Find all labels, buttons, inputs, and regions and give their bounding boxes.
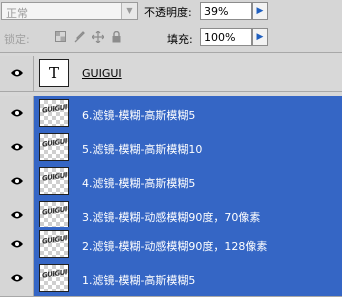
layer-row[interactable]: T GUIGUI (0, 56, 342, 92)
brush-icon[interactable] (73, 31, 85, 43)
text-layer-thumbnail: T (39, 59, 69, 87)
visibility-toggle[interactable] (0, 164, 34, 199)
layer-name: GUIGUI (82, 67, 122, 80)
fill-input[interactable]: 100% (200, 28, 252, 46)
layer-thumbnail: GUIGUI (39, 264, 69, 292)
layer-thumbnail: GUIGUI (39, 99, 69, 127)
layer-content[interactable]: GUIGUI 5.滤镜-模糊-高斯模糊10 (34, 130, 342, 165)
opacity-input[interactable]: 39% (200, 2, 252, 20)
layer-content[interactable]: T GUIGUI (34, 56, 342, 91)
layer-thumbnail: GUIGUI (39, 167, 69, 195)
layer-content[interactable]: GUIGUI 1.滤镜-模糊-高斯模糊5 (34, 261, 342, 296)
eye-icon (11, 143, 23, 151)
lock-label: 锁定: (4, 33, 30, 46)
opacity-label: 不透明度: (144, 6, 192, 19)
layer-row[interactable]: GUIGUI 2.滤镜-模糊-动感模糊90度，128像素 (0, 227, 342, 263)
thumbnail-text: GUIGUI (41, 137, 68, 149)
lock-icon[interactable] (110, 30, 122, 43)
layer-name: 2.滤镜-模糊-动感模糊90度，128像素 (82, 240, 268, 253)
visibility-toggle[interactable] (0, 227, 34, 262)
visibility-toggle[interactable] (0, 130, 34, 165)
eye-icon (11, 109, 23, 117)
opacity-value: 39% (204, 5, 229, 18)
layer-name: 5.滤镜-模糊-高斯模糊10 (82, 143, 203, 156)
eye-icon (11, 211, 23, 219)
layer-name: 6.滤镜-模糊-高斯模糊5 (82, 109, 196, 122)
blend-mode-select[interactable]: 正常 ▼ (1, 2, 138, 20)
thumbnail-text: GUIGUI (41, 234, 68, 246)
thumbnail-text: GUIGUI (41, 268, 68, 280)
blend-opacity-bar: 正常 ▼ 不透明度: 39% ▶ (0, 0, 342, 24)
layer-name: 1.滤镜-模糊-高斯模糊5 (82, 274, 196, 287)
eye-icon (11, 69, 23, 77)
opacity-slider-button[interactable]: ▶ (252, 2, 268, 20)
layer-thumbnail: GUIGUI (39, 133, 69, 161)
layer-name: 3.滤镜-模糊-动感模糊90度，70像素 (82, 211, 261, 224)
lock-fill-bar: 锁定: 填充: 100% ▶ (0, 24, 342, 53)
eye-icon (11, 274, 23, 282)
visibility-toggle[interactable] (0, 96, 34, 131)
lock-transparent-pixels-icon[interactable] (54, 31, 66, 43)
layer-thumbnail: GUIGUI (39, 230, 69, 258)
layer-row[interactable]: GUIGUI 1.滤镜-模糊-高斯模糊5 (0, 261, 342, 297)
fill-slider-button[interactable]: ▶ (252, 28, 268, 46)
layer-name: 4.滤镜-模糊-高斯模糊5 (82, 177, 196, 190)
thumbnail-text: GUIGUI (41, 171, 68, 183)
move-icon[interactable] (91, 30, 105, 44)
thumbnail-text: GUIGUI (41, 205, 68, 217)
layer-content[interactable]: GUIGUI 6.滤镜-模糊-高斯模糊5 (34, 96, 342, 131)
chevron-down-icon: ▼ (121, 3, 137, 19)
blend-mode-value: 正常 (6, 7, 28, 20)
layer-content[interactable]: GUIGUI 2.滤镜-模糊-动感模糊90度，128像素 (34, 227, 342, 262)
layer-row[interactable]: GUIGUI 4.滤镜-模糊-高斯模糊5 (0, 164, 342, 200)
eye-icon (11, 240, 23, 248)
fill-value: 100% (204, 31, 236, 44)
visibility-toggle[interactable] (0, 261, 34, 296)
layer-content[interactable]: GUIGUI 4.滤镜-模糊-高斯模糊5 (34, 164, 342, 199)
thumbnail-text: GUIGUI (41, 103, 68, 115)
visibility-toggle[interactable] (0, 56, 34, 91)
layer-row[interactable]: GUIGUI 5.滤镜-模糊-高斯模糊10 (0, 130, 342, 166)
layer-thumbnail: GUIGUI (39, 201, 69, 229)
fill-label: 填充: (167, 33, 193, 46)
eye-icon (11, 177, 23, 185)
layer-row[interactable]: GUIGUI 6.滤镜-模糊-高斯模糊5 (0, 96, 342, 132)
